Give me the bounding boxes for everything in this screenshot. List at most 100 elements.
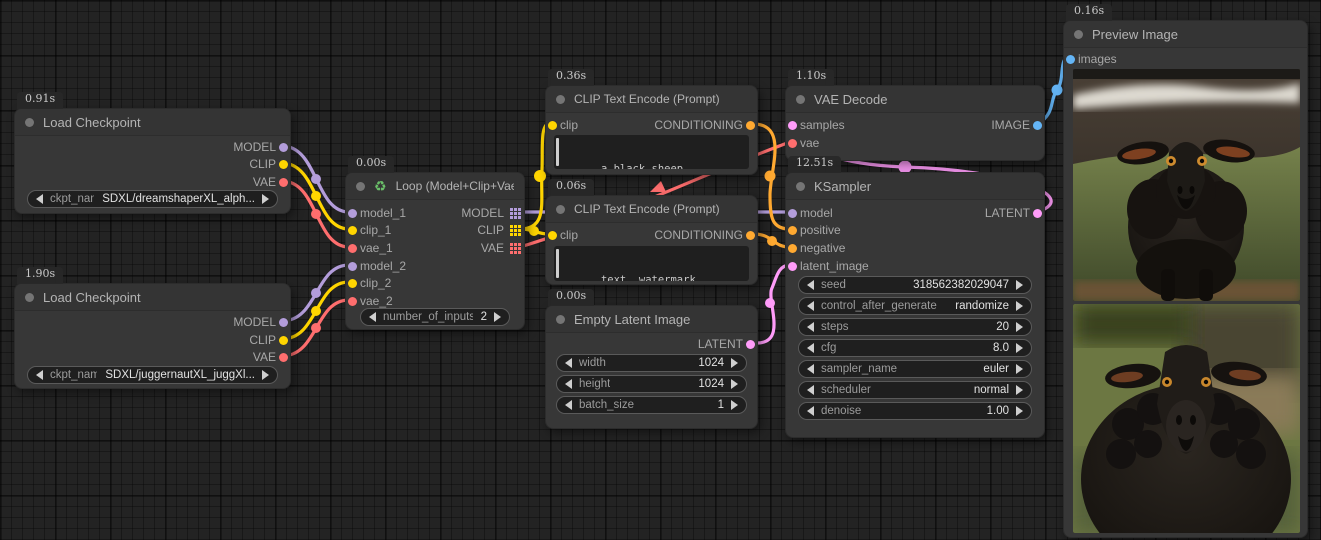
slot-dot[interactable] (548, 121, 557, 130)
control-after-generate-widget[interactable]: control_after_generate randomize (798, 297, 1032, 315)
output-slot-vae[interactable]: VAE (253, 173, 290, 191)
slot-dot[interactable] (746, 340, 755, 349)
node-load-checkpoint-1[interactable]: 0.91s Load Checkpoint MODEL CLIP VAE ckp… (14, 108, 291, 214)
node-titlebar[interactable]: CLIP Text Encode (Prompt) (546, 196, 757, 223)
collapse-dot-icon[interactable] (356, 182, 365, 191)
input-slot-negative[interactable]: negative (786, 239, 845, 257)
input-slot-clip[interactable]: clip (546, 116, 578, 134)
prompt-textarea[interactable]: a black sheep (554, 135, 749, 169)
prev-value-arrow-icon[interactable] (807, 364, 814, 374)
scheduler-widget[interactable]: scheduler normal (798, 381, 1032, 399)
slot-dot[interactable] (788, 121, 797, 130)
output-slot-clip-grid[interactable]: CLIP (477, 221, 524, 239)
slot-dot[interactable] (348, 226, 357, 235)
decrement-arrow-icon[interactable] (807, 343, 814, 353)
next-value-arrow-icon[interactable] (262, 370, 269, 380)
slot-dot[interactable] (788, 244, 797, 253)
increment-arrow-icon[interactable] (731, 358, 738, 368)
slot-dot[interactable] (1033, 121, 1042, 130)
output-slot-latent[interactable]: LATENT (985, 204, 1044, 222)
node-titlebar[interactable]: Load Checkpoint (15, 284, 290, 311)
increment-arrow-icon[interactable] (1016, 343, 1023, 353)
slot-dot[interactable] (279, 336, 288, 345)
slot-dot[interactable] (279, 353, 288, 362)
node-titlebar[interactable]: Preview Image (1064, 21, 1307, 48)
node-titlebar[interactable]: Load Checkpoint (15, 109, 290, 136)
slot-dot[interactable] (788, 226, 797, 235)
node-empty-latent-image[interactable]: 0.00s Empty Latent Image LATENT width 10… (545, 305, 758, 429)
collapse-dot-icon[interactable] (796, 95, 805, 104)
slot-dot[interactable] (788, 209, 797, 218)
cfg-widget[interactable]: cfg 8.0 (798, 339, 1032, 357)
increment-arrow-icon[interactable] (494, 312, 501, 322)
input-slot-model[interactable]: model (786, 204, 833, 222)
input-slot-vae-1[interactable]: vae_1 (346, 239, 393, 257)
node-clip-text-encode-positive[interactable]: 0.36s CLIP Text Encode (Prompt) clip CON… (545, 85, 758, 175)
input-slot-model-2[interactable]: model_2 (346, 257, 406, 275)
input-slot-samples[interactable]: samples (786, 116, 845, 134)
decrement-arrow-icon[interactable] (807, 322, 814, 332)
node-preview-image[interactable]: 0.16s Preview Image images (1063, 20, 1308, 538)
input-slot-positive[interactable]: positive (786, 221, 841, 239)
decrement-arrow-icon[interactable] (369, 312, 376, 322)
slot-dot[interactable] (1066, 55, 1075, 64)
increment-arrow-icon[interactable] (1016, 280, 1023, 290)
height-widget[interactable]: height 1024 (556, 375, 747, 393)
ckpt-name-widget[interactable]: ckpt_name SDXL/dreamshaperXL_alph... (27, 190, 278, 208)
input-slot-latent-image[interactable]: latent_image (786, 257, 869, 275)
output-slot-conditioning[interactable]: CONDITIONING (654, 116, 757, 134)
node-titlebar[interactable]: ♻ Loop (Model+Clip+Vae) (346, 173, 524, 200)
input-slot-clip[interactable]: clip (546, 226, 578, 244)
slot-dot[interactable] (548, 231, 557, 240)
slot-dot[interactable] (746, 121, 755, 130)
seed-widget[interactable]: seed 318562382029047 (798, 276, 1032, 294)
grid-slot-icon[interactable] (510, 225, 513, 228)
prev-value-arrow-icon[interactable] (36, 370, 43, 380)
prev-value-arrow-icon[interactable] (807, 385, 814, 395)
output-slot-conditioning[interactable]: CONDITIONING (654, 226, 757, 244)
decrement-arrow-icon[interactable] (565, 379, 572, 389)
slot-dot[interactable] (788, 262, 797, 271)
collapse-dot-icon[interactable] (556, 95, 565, 104)
collapse-dot-icon[interactable] (556, 205, 565, 214)
number-of-inputs-widget[interactable]: number_of_inputs 2 (360, 308, 510, 326)
prompt-textarea[interactable]: text, watermark (554, 246, 749, 281)
slot-dot[interactable] (746, 231, 755, 240)
input-slot-images[interactable]: images (1064, 50, 1117, 68)
increment-arrow-icon[interactable] (1016, 406, 1023, 416)
increment-arrow-icon[interactable] (731, 379, 738, 389)
slot-dot[interactable] (279, 178, 288, 187)
output-slot-clip[interactable]: CLIP (249, 155, 290, 173)
decrement-arrow-icon[interactable] (565, 358, 572, 368)
input-slot-clip-1[interactable]: clip_1 (346, 221, 391, 239)
prev-value-arrow-icon[interactable] (36, 194, 43, 204)
node-ksampler[interactable]: 12.51s KSampler model positive negative … (785, 172, 1045, 438)
output-slot-latent[interactable]: LATENT (698, 335, 757, 353)
input-slot-vae[interactable]: vae (786, 134, 819, 152)
node-titlebar[interactable]: KSampler (786, 173, 1044, 200)
denoise-widget[interactable]: denoise 1.00 (798, 402, 1032, 420)
grid-slot-icon[interactable] (510, 243, 513, 246)
width-widget[interactable]: width 1024 (556, 354, 747, 372)
slot-dot[interactable] (348, 244, 357, 253)
node-vae-decode[interactable]: 1.10s VAE Decode samples vae IMAGE (785, 85, 1045, 161)
node-load-checkpoint-2[interactable]: 1.90s Load Checkpoint MODEL CLIP VAE ckp… (14, 283, 291, 389)
collapse-dot-icon[interactable] (25, 118, 34, 127)
output-slot-vae-grid[interactable]: VAE (481, 239, 524, 257)
input-slot-model-1[interactable]: model_1 (346, 204, 406, 222)
next-value-arrow-icon[interactable] (262, 194, 269, 204)
decrement-arrow-icon[interactable] (807, 280, 814, 290)
next-value-arrow-icon[interactable] (1016, 364, 1023, 374)
slot-dot[interactable] (279, 318, 288, 327)
output-slot-model-grid[interactable]: MODEL (461, 204, 524, 222)
node-clip-text-encode-negative[interactable]: 0.06s CLIP Text Encode (Prompt) clip CON… (545, 195, 758, 285)
batch-size-widget[interactable]: batch_size 1 (556, 396, 747, 414)
slot-dot[interactable] (788, 139, 797, 148)
grid-slot-icon[interactable] (510, 208, 513, 211)
slot-dot[interactable] (348, 279, 357, 288)
slot-dot[interactable] (1033, 209, 1042, 218)
node-graph-canvas[interactable]: 0.91s Load Checkpoint MODEL CLIP VAE ckp… (0, 0, 1321, 540)
input-slot-clip-2[interactable]: clip_2 (346, 274, 391, 292)
slot-dot[interactable] (348, 262, 357, 271)
slot-dot[interactable] (348, 209, 357, 218)
